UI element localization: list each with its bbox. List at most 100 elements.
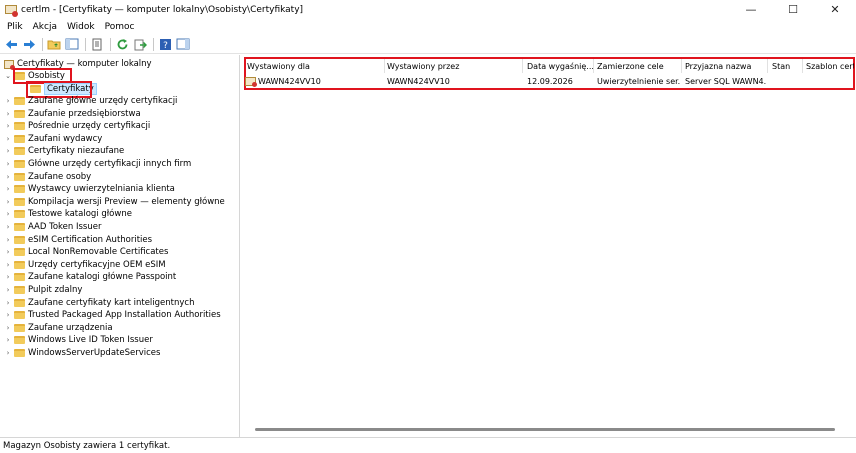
tree-item-label: Windows Live ID Token Issuer [28, 335, 153, 346]
toolbar: ? [0, 35, 856, 54]
column-divider[interactable] [522, 59, 523, 73]
tree-item[interactable]: › WindowsServerUpdateServices [4, 347, 161, 359]
chevron-right-icon[interactable]: › [4, 95, 12, 107]
chevron-right-icon[interactable]: › [4, 196, 12, 208]
column-divider[interactable] [593, 59, 594, 73]
chevron-right-icon[interactable]: › [4, 246, 12, 258]
show-pane-icon[interactable] [175, 36, 191, 52]
chevron-right-icon[interactable]: › [4, 183, 12, 195]
help-icon[interactable]: ? [157, 36, 173, 52]
status-text: Magazyn Osobisty zawiera 1 certyfikat. [3, 440, 171, 451]
tree-item-label: Certyfikaty niezaufane [28, 146, 125, 157]
folder-icon [14, 122, 25, 131]
column-divider[interactable] [802, 59, 803, 73]
tree-item[interactable]: › Zaufane osoby [4, 171, 92, 183]
tree-item[interactable]: › Zaufane katalogi główne Passpoint [4, 271, 177, 283]
chevron-right-icon[interactable]: › [4, 322, 12, 334]
cell-friendly-name: Server SQL WAWN4... [685, 76, 767, 86]
chevron-right-icon[interactable]: › [4, 347, 12, 359]
chevron-right-icon[interactable]: › [4, 259, 12, 271]
tree-item-label: Zaufane osoby [28, 171, 92, 182]
tree-item-label: Testowe katalogi główne [28, 209, 132, 220]
svg-text:?: ? [163, 41, 168, 51]
folder-icon [14, 286, 25, 294]
chevron-right-icon[interactable]: › [4, 171, 12, 183]
tree-item[interactable]: › Pośrednie urzędy certyfikacji [4, 120, 151, 132]
chevron-right-icon[interactable]: › [4, 145, 12, 157]
horizontal-scrollbar[interactable] [255, 428, 835, 431]
column-header-issued-by[interactable]: Wystawiony przez [387, 59, 523, 73]
maximize-button[interactable]: ☐ [772, 0, 814, 19]
chevron-right-icon[interactable]: › [4, 334, 12, 346]
tree-item[interactable]: › AAD Token Issuer [4, 221, 102, 233]
chevron-right-icon[interactable]: › [4, 208, 12, 220]
chevron-right-icon[interactable]: › [4, 309, 12, 321]
certificate-app-icon [5, 4, 18, 17]
tree-item[interactable]: › Testowe katalogi główne [4, 208, 132, 220]
tree-item[interactable]: › Pulpit zdalny [4, 284, 83, 296]
tree-item[interactable]: › Główne urzędy certyfikacji innych firm [4, 158, 192, 170]
tree-item[interactable]: › Local NonRemovable Certificates [4, 246, 169, 258]
menu-pomoc[interactable]: Pomoc [100, 22, 140, 32]
status-bar: Magazyn Osobisty zawiera 1 certyfikat. [0, 437, 856, 453]
tree-item[interactable]: › Zaufane urządzenia [4, 322, 113, 334]
tree-item[interactable]: › Urzędy certyfikacyjne OEM eSIM [4, 259, 166, 271]
chevron-down-icon[interactable]: ⌄ [4, 70, 12, 82]
cell-issued-to: WAWN424VV10 [245, 75, 383, 87]
tree-item[interactable]: › Trusted Packaged App Installation Autho… [4, 309, 221, 321]
chevron-right-icon[interactable]: › [4, 221, 12, 233]
tree-item[interactable]: › Kompilacja wersji Preview — elementy gł… [4, 196, 225, 208]
tree-item[interactable]: › Zaufane certyfikaty kart inteligentnych [4, 297, 195, 309]
tree-item-label: WindowsServerUpdateServices [28, 348, 161, 358]
refresh-icon[interactable] [114, 36, 130, 52]
minimize-button[interactable]: — [730, 0, 772, 19]
folder-up-icon[interactable] [46, 36, 62, 52]
column-header-purposes[interactable]: Zamierzone cele [597, 59, 681, 73]
tree-item[interactable]: › Zaufanie przedsiębiorstwa [4, 108, 141, 120]
chevron-right-icon[interactable]: › [4, 120, 12, 132]
menu-widok[interactable]: Widok [62, 22, 100, 32]
chevron-right-icon[interactable]: › [4, 108, 12, 120]
menu-akcja[interactable]: Akcja [28, 22, 62, 32]
folder-icon [14, 147, 25, 156]
certificate-icon [245, 76, 257, 87]
folder-icon [14, 311, 25, 320]
chevron-right-icon[interactable]: › [4, 234, 12, 246]
menu-bar: Plik Akcja Widok Pomoc [0, 19, 856, 35]
tree-item[interactable]: › Zaufani wydawcy [4, 133, 103, 145]
chevron-right-icon[interactable]: › [4, 158, 12, 170]
folder-icon [14, 185, 25, 194]
tree-item-label: Trusted Packaged App Installation Author… [28, 310, 221, 321]
show-tree-icon[interactable] [64, 36, 80, 52]
forward-icon[interactable] [21, 36, 37, 52]
column-divider[interactable] [681, 59, 682, 73]
folder-icon [14, 172, 25, 181]
chevron-right-icon[interactable]: › [4, 297, 12, 309]
certificate-list: Wystawiony dla Wystawiony przez Data wyg… [241, 55, 856, 437]
column-divider[interactable] [767, 59, 768, 73]
tree-item[interactable]: › eSIM Certification Authorities [4, 234, 152, 246]
export-icon[interactable] [132, 36, 148, 52]
chevron-right-icon[interactable]: › [4, 271, 12, 283]
chevron-right-icon[interactable]: › [4, 284, 12, 296]
column-header-expiration[interactable]: Data wygaśnię... [527, 59, 593, 73]
chevron-right-icon[interactable]: › [4, 133, 12, 145]
menu-plik[interactable]: Plik [2, 22, 28, 32]
column-header-template[interactable]: Szablon certy [806, 59, 854, 73]
tree-item[interactable]: › Wystawcy uwierzytelniania klienta [4, 183, 175, 195]
column-divider[interactable] [384, 59, 385, 73]
column-header-status[interactable]: Stan [772, 59, 804, 73]
tree-item[interactable]: › Windows Live ID Token Issuer [4, 334, 153, 346]
column-header-friendly-name[interactable]: Przyjazna nazwa [685, 59, 767, 73]
cell-status [772, 75, 804, 87]
toolbar-separator [110, 37, 111, 51]
close-button[interactable]: ✕ [814, 0, 856, 19]
properties-icon[interactable] [89, 36, 105, 52]
tree-item[interactable]: › Certyfikaty niezaufane [4, 145, 125, 157]
tree-item[interactable]: › Zaufane główne urzędy certyfikacji [4, 95, 178, 107]
tree-item-label: Zaufane katalogi główne Passpoint [28, 272, 177, 283]
folder-icon [14, 298, 25, 307]
tree-item-label: AAD Token Issuer [28, 222, 102, 232]
back-icon[interactable] [3, 36, 19, 52]
column-header-issued-to[interactable]: Wystawiony dla [247, 59, 385, 73]
